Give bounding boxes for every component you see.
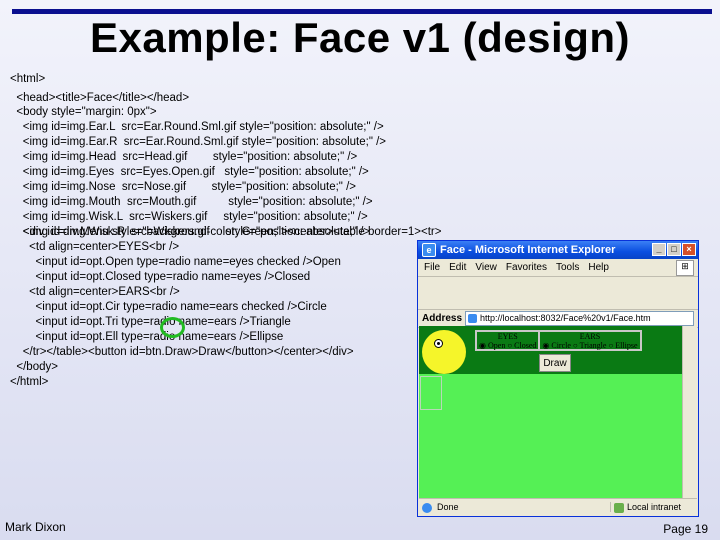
code-line: </body> [10,361,58,373]
code-line: <img id=img.Head src=Head.gif style="pos… [10,151,358,163]
opt-circle[interactable]: ◉ Circle [542,341,571,350]
draw-button[interactable]: Draw [539,354,571,372]
address-label: Address [422,313,463,324]
close-button[interactable]: × [682,243,696,256]
opt-open[interactable]: ◉ Open [479,341,505,350]
status-text: Done [419,502,610,513]
div-menu: EYES ◉ Open ○ Closed EARS ◉ Circle ○ Tri… [419,326,683,374]
code-line: <div id=div.Menu style="background-color… [10,226,442,238]
browser-title-bar[interactable]: e Face - Microsoft Internet Explorer _ □… [418,241,698,259]
code-line: </html> [10,376,49,388]
code-line: <img id=img.Ear.L src=Ear.Round.Sml.gif … [10,121,384,133]
opt-triangle[interactable]: ○ Triangle [573,341,607,350]
vertical-scrollbar[interactable] [682,326,697,500]
opt-ellipse[interactable]: ○ Ellipse [608,341,637,350]
page-viewport: EYES ◉ Open ○ Closed EARS ◉ Circle ○ Tri… [419,326,683,500]
ears-cell: EARS ◉ Circle ○ Triangle ○ Ellipse [539,331,641,350]
menu-tools[interactable]: Tools [556,262,579,273]
browser-menu-bar: File Edit View Favorites Tools Help ⊞ [418,259,698,277]
face-head [422,330,466,374]
zone-text: Local intranet [610,502,697,513]
eyes-header: EYES [497,332,518,341]
code-line: <img id=img.Eyes src=Eyes.Open.gif style… [10,166,369,178]
code-line: <img id=img.Wisk.L src=Wiskers.gif style… [10,211,368,223]
code-line: <body style="margin: 0px"> [10,106,157,118]
page-number: Page 19 [663,522,708,536]
browser-window[interactable]: e Face - Microsoft Internet Explorer _ □… [417,240,699,517]
opt-circle-label: Circle [551,341,571,350]
address-input[interactable]: http://localhost:8032/Face%20v1/Face.htm [465,311,694,326]
browser-title: Face - Microsoft Internet Explorer [440,244,616,256]
annotation-circle [160,317,185,338]
code-line: <td align=center>EARS<br /> [10,286,180,298]
opt-closed[interactable]: ○ Closed [507,341,536,350]
opt-closed-label: Closed [514,341,537,350]
author: Mark Dixon [5,520,66,534]
slide-title: Example: Face v1 (design) [89,14,631,61]
code-line: <input id=opt.Ell type=radio name=ears /… [10,331,284,343]
minimize-button[interactable]: _ [652,243,666,256]
window-controls: _ □ × [652,243,696,256]
opt-open-label: Open [487,341,506,350]
code-line: <td align=center>EYES<br /> [10,241,180,253]
eyes-cell: EYES ◉ Open ○ Closed [476,331,540,350]
image-placeholder [420,376,442,410]
status-bar: Done Local intranet [419,498,697,515]
browser-toolbar [418,277,698,310]
maximize-button[interactable]: □ [667,243,681,256]
windows-flag-icon: ⊞ [676,260,694,276]
code-line: <img id=img.Nose src=Nose.gif style="pos… [10,181,356,193]
menu-view[interactable]: View [475,262,497,273]
code-line: </tr></table><button id=btn.Draw>Draw</b… [10,346,354,358]
code-line: <img id=img.Mouth src=Mouth.gif style="p… [10,196,373,208]
code-line: <input id=opt.Closed type=radio name=eye… [10,271,311,283]
options-table: EYES ◉ Open ○ Closed EARS ◉ Circle ○ Tri… [475,330,642,351]
menu-edit[interactable]: Edit [449,262,466,273]
menu-file[interactable]: File [424,262,440,273]
code-line: <input id=opt.Open type=radio name=eyes … [10,256,341,268]
menu-favorites[interactable]: Favorites [506,262,547,273]
ears-header: EARS [579,332,601,341]
opt-ellipse-label: Ellipse [615,341,638,350]
code-line: <input id=opt.Tri type=radio name=ears /… [10,316,291,328]
code-line: <input id=opt.Cir type=radio name=ears c… [10,301,327,313]
code-line: <img id=img.Ear.R src=Ear.Round.Sml.gif … [10,136,387,148]
ie-icon: e [422,243,436,257]
code-line: <head><title>Face</title></head> [10,92,190,104]
opt-triangle-label: Triangle [579,341,607,350]
menu-help[interactable]: Help [588,262,609,273]
code-line: <html> [10,73,46,85]
eye-icon [434,339,443,348]
